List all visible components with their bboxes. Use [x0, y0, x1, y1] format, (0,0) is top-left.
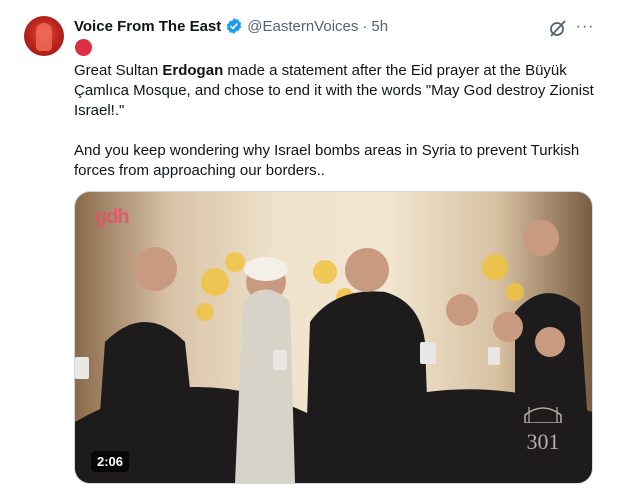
tweet-timestamp[interactable]: 5h [371, 18, 388, 35]
video-thumbnail [75, 220, 592, 483]
author-name[interactable]: Voice From The East [74, 18, 221, 35]
author-avatar[interactable] [24, 16, 64, 56]
tweet-header: Voice From The East @EasternVoices · 5h [74, 16, 388, 36]
tweet-paragraph-1: Great Sultan Erdogan made a statement af… [74, 62, 594, 119]
tweet-text: Great Sultan Erdogan made a statement af… [74, 61, 604, 181]
author-handle[interactable]: @EasternVoices [247, 18, 358, 35]
video-duration-badge: 2:06 [91, 451, 130, 472]
video-player[interactable]: gdh 301 2:06 [74, 191, 593, 484]
bold-name: Erdogan [162, 62, 224, 79]
grok-icon[interactable] [548, 18, 568, 38]
more-options-icon[interactable]: ··· [574, 18, 596, 38]
separator-dot: · [362, 17, 368, 35]
video-watermark-left: gdh [95, 206, 130, 228]
video-watermark-right: 301 [520, 403, 566, 455]
tweet-paragraph-2: And you keep wondering why Israel bombs … [74, 142, 580, 179]
verified-badge-icon [225, 17, 243, 35]
red-circle-emoji-icon [75, 39, 92, 56]
